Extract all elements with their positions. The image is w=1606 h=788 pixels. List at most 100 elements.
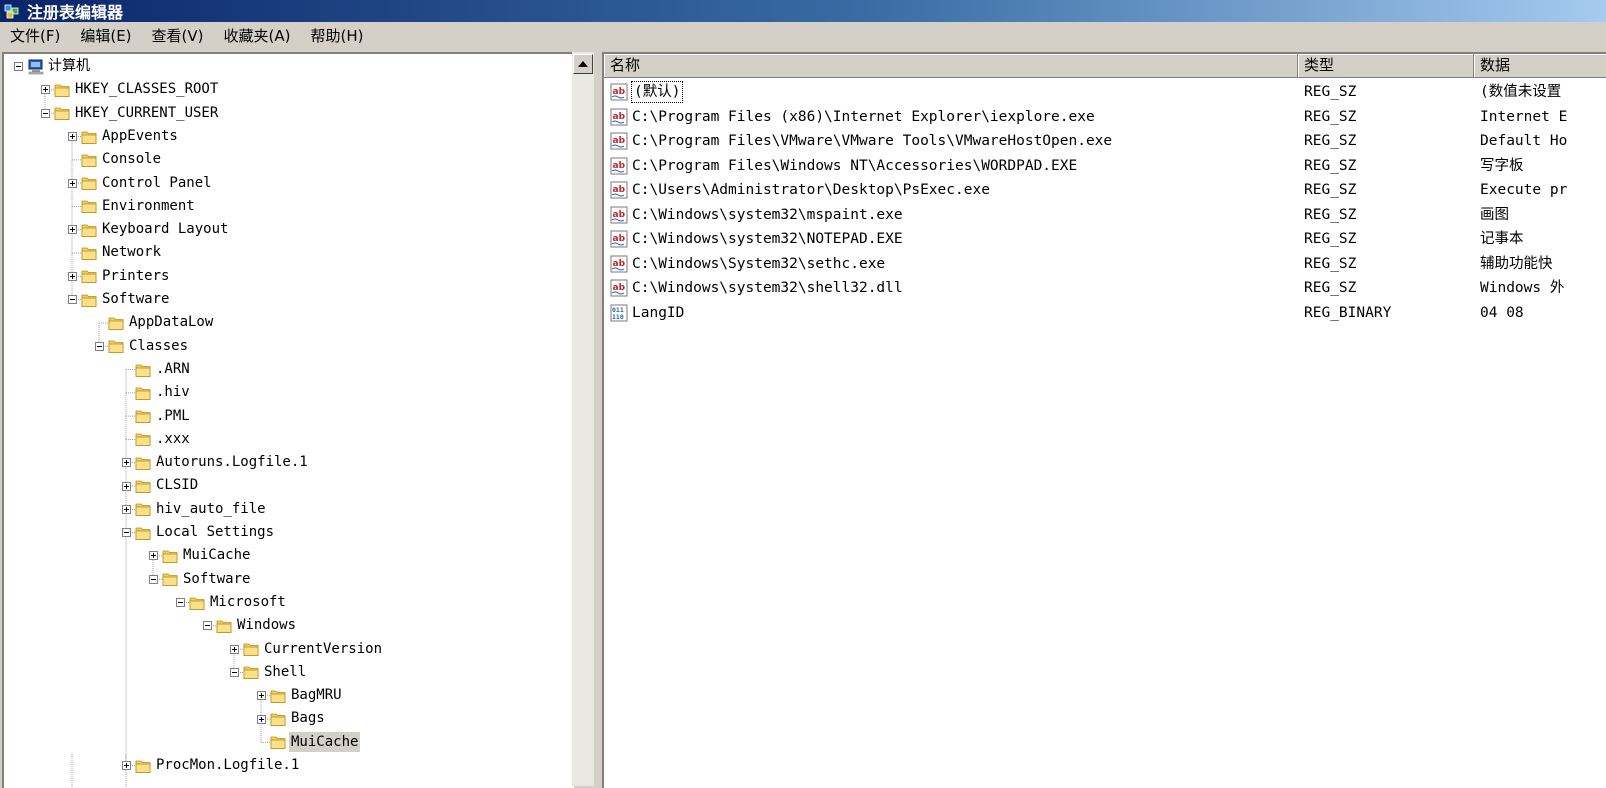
tree-node-label[interactable]: Network <box>100 242 163 262</box>
tree-node-label[interactable]: MuiCache <box>181 545 252 565</box>
tree-node[interactable]: Software <box>4 568 574 590</box>
tree-node[interactable]: Microsoft <box>4 591 574 613</box>
tree-node[interactable]: MuiCache <box>4 731 574 753</box>
tree-node[interactable]: AppDataLow <box>4 311 574 333</box>
tree-node[interactable]: Environment <box>4 195 574 217</box>
tree-node[interactable]: Software <box>4 288 574 310</box>
expand-icon[interactable] <box>67 225 77 235</box>
expand-icon[interactable] <box>67 178 77 188</box>
tree-node-label[interactable]: 计算机 <box>46 56 92 76</box>
menu-item-2[interactable]: 查看(V) <box>142 24 214 48</box>
tree-node[interactable]: .PML <box>4 405 574 427</box>
tree-node[interactable]: CurrentVersion <box>4 638 574 660</box>
tree-node-label[interactable]: HKEY_CLASSES_ROOT <box>73 79 220 99</box>
tree-node[interactable]: HKEY_CURRENT_USER <box>4 102 574 124</box>
expand-icon[interactable] <box>40 85 50 95</box>
tree-node[interactable]: Keyboard Layout <box>4 218 574 240</box>
value-row[interactable]: ab C:\Windows\system32\mspaint.exe REG_SZ 画… <box>604 203 1606 227</box>
expand-icon[interactable] <box>256 691 266 701</box>
collapse-icon[interactable] <box>13 62 23 72</box>
value-row[interactable]: ab C:\Program Files\VMware\VMware Tools\V… <box>604 129 1606 153</box>
column-header-data[interactable]: 数据 <box>1474 54 1606 78</box>
expand-icon[interactable] <box>121 504 131 514</box>
collapse-icon[interactable] <box>175 598 185 608</box>
scroll-up-button[interactable] <box>573 54 593 74</box>
tree-node[interactable]: BagMRU <box>4 684 574 706</box>
tree-node-label[interactable]: Environment <box>100 196 197 216</box>
value-row[interactable]: ab C:\Program Files (x86)\Internet Explor… <box>604 105 1606 129</box>
value-row[interactable]: ab C:\Users\Administrator\Desktop\PsExec.… <box>604 178 1606 202</box>
menu-item-1[interactable]: 编辑(E) <box>70 24 141 48</box>
tree-node[interactable]: 计算机 <box>4 55 574 77</box>
tree-node[interactable]: Bags <box>4 707 574 729</box>
registry-tree[interactable]: 计算机 HKEY_CLASSES_ROOT HKEY_CURRENT_USER App… <box>2 52 574 788</box>
menu-item-3[interactable]: 收藏夹(A) <box>214 24 301 48</box>
menu-item-4[interactable]: 帮助(H) <box>300 24 373 48</box>
collapse-icon[interactable] <box>202 621 212 631</box>
tree-node-label[interactable]: ProcMon.Logfile.1 <box>154 755 301 775</box>
tree-node-label[interactable]: .PML <box>154 406 192 426</box>
tree-node-label[interactable]: .ARN <box>154 359 192 379</box>
tree-node[interactable]: MuiCache <box>4 544 574 566</box>
tree-node-label[interactable]: Microsoft <box>208 592 288 612</box>
expand-icon[interactable] <box>121 761 131 771</box>
menu-item-0[interactable]: 文件(F) <box>0 24 70 48</box>
tree-node-label[interactable]: Printers <box>100 266 171 286</box>
tree-node[interactable]: .hiv <box>4 381 574 403</box>
tree-node[interactable]: ProcMon.Logfile.1 <box>4 754 574 776</box>
collapse-icon[interactable] <box>121 528 131 538</box>
value-row[interactable]: 011 110 LangID REG_BINARY 04 08 <box>604 301 1606 325</box>
tree-node-label[interactable]: .hiv <box>154 382 192 402</box>
tree-scrollbar[interactable] <box>572 52 594 786</box>
tree-node-label[interactable]: AppEvents <box>100 126 180 146</box>
expand-icon[interactable] <box>67 271 77 281</box>
expand-icon[interactable] <box>256 714 266 724</box>
tree-node-label[interactable]: Keyboard Layout <box>100 219 230 239</box>
expand-icon[interactable] <box>229 644 239 654</box>
tree-node[interactable]: Windows <box>4 614 574 636</box>
tree-node[interactable]: HKEY_CLASSES_ROOT <box>4 78 574 100</box>
tree-node-label[interactable]: CurrentVersion <box>262 639 384 659</box>
tree-node-label[interactable]: Local Settings <box>154 522 276 542</box>
tree-node[interactable]: Printers <box>4 265 574 287</box>
tree-node[interactable]: .ARN <box>4 358 574 380</box>
tree-node-label[interactable]: BagMRU <box>289 685 344 705</box>
collapse-icon[interactable] <box>40 108 50 118</box>
column-header-name[interactable]: 名称 <box>604 54 1298 78</box>
tree-node[interactable]: Classes <box>4 335 574 357</box>
tree-node[interactable]: Network <box>4 241 574 263</box>
tree-node[interactable]: Control Panel <box>4 172 574 194</box>
collapse-icon[interactable] <box>148 574 158 584</box>
collapse-icon[interactable] <box>67 295 77 305</box>
collapse-icon[interactable] <box>94 341 104 351</box>
tree-node-label[interactable]: Autoruns.Logfile.1 <box>154 452 310 472</box>
tree-node[interactable]: Shell <box>4 661 574 683</box>
tree-node-label[interactable]: Software <box>181 569 252 589</box>
expand-icon[interactable] <box>67 132 77 142</box>
tree-node-label[interactable]: hiv_auto_file <box>154 499 268 519</box>
value-row[interactable]: ab C:\Windows\system32\shell32.dll REG_SZ W… <box>604 276 1606 300</box>
tree-node-label[interactable]: Software <box>100 289 171 309</box>
tree-node-label[interactable]: HKEY_CURRENT_USER <box>73 103 220 123</box>
tree-node-label[interactable]: Windows <box>235 615 298 635</box>
tree-node-label[interactable]: Control Panel <box>100 173 214 193</box>
tree-node[interactable]: AppEvents <box>4 125 574 147</box>
tree-node-label[interactable]: Shell <box>262 662 308 682</box>
tree-node-label[interactable]: Classes <box>127 336 190 356</box>
pane-splitter[interactable] <box>594 52 602 786</box>
tree-node[interactable]: CLSID <box>4 474 574 496</box>
tree-node-label[interactable]: CLSID <box>154 475 200 495</box>
tree-node[interactable]: Autoruns.Logfile.1 <box>4 451 574 473</box>
column-header-type[interactable]: 类型 <box>1298 54 1474 78</box>
expand-icon[interactable] <box>148 551 158 561</box>
values-list[interactable]: 名称 类型 数据 ab (默认) REG_SZ (数值未设置 ab C:\Program … <box>602 52 1606 788</box>
tree-node-label[interactable]: .xxx <box>154 429 192 449</box>
tree-node[interactable]: Console <box>4 148 574 170</box>
expand-icon[interactable] <box>121 481 131 491</box>
value-row[interactable]: ab (默认) REG_SZ (数值未设置 <box>604 80 1606 104</box>
value-row[interactable]: ab C:\Program Files\Windows NT\Accessorie… <box>604 154 1606 178</box>
tree-node-label[interactable]: AppDataLow <box>127 312 215 332</box>
tree-node[interactable]: .xxx <box>4 428 574 450</box>
tree-node-label[interactable]: Console <box>100 149 163 169</box>
expand-icon[interactable] <box>121 458 131 468</box>
